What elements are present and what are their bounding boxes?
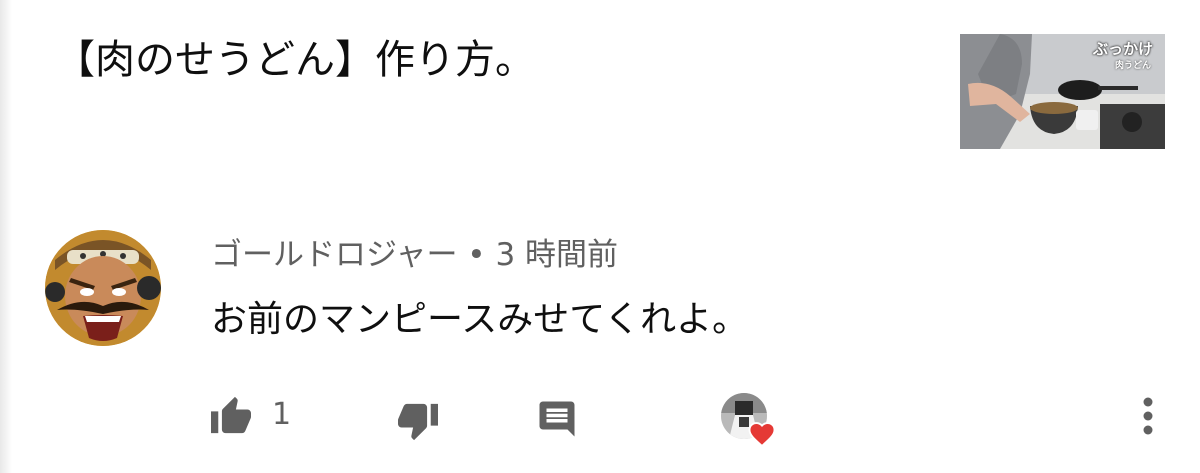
video-thumbnail[interactable]: ぶっかけ 肉うどん <box>960 34 1165 149</box>
reply-button[interactable] <box>531 394 583 444</box>
dislike-button[interactable] <box>393 397 443 447</box>
heart-icon <box>748 422 776 447</box>
comment-author[interactable]: ゴールドロジャー <box>211 237 457 273</box>
like-count: 1 <box>272 397 292 432</box>
thumbnail-caption-sub: 肉うどん <box>1114 61 1151 71</box>
comment-header: ゴールドロジャー • 3 時間前 <box>211 233 618 277</box>
like-button[interactable] <box>206 390 256 440</box>
comment-body: お前のマンピースみせてくれよ。 <box>211 299 749 340</box>
meta-separator: • <box>457 237 496 273</box>
thumbs-down-icon <box>398 403 438 441</box>
more-options-button[interactable] <box>1130 393 1166 439</box>
comment-reply-icon <box>539 401 575 437</box>
creator-heart-badge <box>721 393 781 453</box>
avatar-image <box>45 230 161 346</box>
thumbnail-caption-main: ぶっかけ <box>1092 40 1153 58</box>
commenter-avatar[interactable] <box>45 230 161 346</box>
thumbs-up-icon <box>211 396 251 434</box>
left-edge-shadow <box>0 0 12 473</box>
more-vertical-icon <box>1143 397 1153 435</box>
comment-timestamp[interactable]: 3 時間前 <box>495 237 618 273</box>
video-title[interactable]: 【肉のせうどん】作り方。 <box>55 30 535 90</box>
